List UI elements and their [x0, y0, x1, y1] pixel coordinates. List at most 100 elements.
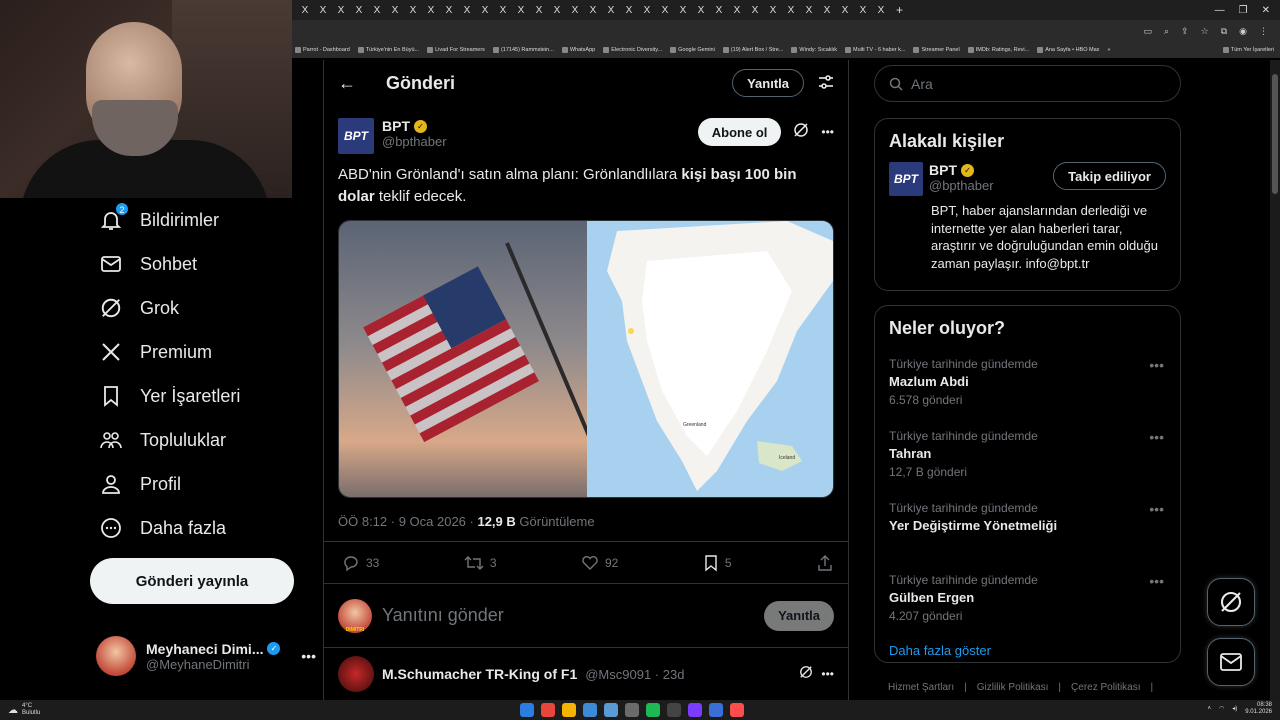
footer-link[interactable]: Hizmet Şartları	[888, 682, 954, 693]
browser-tab[interactable]: X	[818, 5, 836, 16]
share-action[interactable]	[816, 554, 834, 572]
grok-fab[interactable]	[1207, 578, 1255, 626]
close-window-button[interactable]: ✕	[1262, 5, 1270, 16]
header-reply-button[interactable]: Yanıtla	[732, 69, 804, 97]
browser-tab[interactable]: X	[728, 5, 746, 16]
account-switcher[interactable]: Meyhaneci Dimi... ✓ @MeyhaneDimitri •••	[96, 632, 316, 680]
bookmarks-overflow-button[interactable]: »	[1107, 47, 1110, 53]
reply-input[interactable]: Yanıtını gönder	[382, 605, 754, 626]
browser-menu-icon[interactable]: ⋮	[1259, 26, 1268, 37]
account-more-icon[interactable]: •••	[301, 648, 316, 664]
reply-grok-icon[interactable]	[799, 665, 813, 684]
bookmark-item[interactable]: (17145) Rammstein...	[492, 47, 554, 53]
show-more-link[interactable]: Daha fazla göster	[875, 643, 1180, 672]
star-icon[interactable]: ☆	[1201, 26, 1209, 37]
reply-author-avatar[interactable]	[338, 656, 374, 692]
bookmark-item[interactable]: Streamer Panel	[913, 47, 960, 53]
bookmark-action[interactable]: 5	[703, 554, 732, 572]
related-handle[interactable]: @bpthaber	[929, 178, 994, 193]
taskbar-app-icon[interactable]	[688, 703, 702, 717]
browser-tab[interactable]: X	[458, 5, 476, 16]
back-arrow-icon[interactable]: ←	[338, 73, 378, 94]
trend-item[interactable]: Türkiye tarihinde gündemde Yer Değiştirme…	[875, 499, 1180, 571]
trend-item[interactable]: Türkiye tarihinde gündemde Mazlum Abdi 6.5…	[875, 355, 1180, 427]
bookmark-item[interactable]: Windy: Sıcaklık	[791, 47, 837, 53]
more-options-icon[interactable]: •••	[821, 125, 834, 139]
share-icon[interactable]: ⇪	[1181, 26, 1189, 37]
tray-chevron-icon[interactable]: ˄	[1208, 706, 1212, 713]
clock-time[interactable]: 08:38	[1245, 702, 1272, 709]
reply-more-icon[interactable]: •••	[821, 667, 834, 681]
clock-date[interactable]: 9.01.2026	[1245, 709, 1272, 716]
bookmark-item[interactable]: Ana Sayfa • HBO Max	[1037, 47, 1099, 53]
author-name[interactable]: BPT	[382, 118, 410, 134]
zoom-icon[interactable]: ⌕	[1164, 26, 1169, 37]
taskbar-app-icon[interactable]	[730, 703, 744, 717]
greenland-map[interactable]: Greenland Iceland	[587, 221, 833, 497]
nav-item-bildirimler[interactable]: 2 Bildirimler	[90, 198, 322, 242]
browser-tab[interactable]: X	[494, 5, 512, 16]
taskbar-app-icon[interactable]	[646, 703, 660, 717]
browser-tab[interactable]: X	[422, 5, 440, 16]
browser-tab[interactable]: X	[656, 5, 674, 16]
taskbar-app-icon[interactable]	[562, 703, 576, 717]
browser-tab[interactable]: X	[710, 5, 728, 16]
trend-item[interactable]: Türkiye tarihinde gündemde Tahran 12,7 B g…	[875, 427, 1180, 499]
settings-sliders-icon[interactable]	[818, 74, 834, 93]
page-scrollbar[interactable]	[1270, 60, 1280, 700]
browser-tab[interactable]: X	[368, 5, 386, 16]
next-reply-preview[interactable]: M.Schumacher TR-King of F1 @Msc9091 · 23…	[324, 648, 848, 700]
search-box[interactable]: Ara	[874, 65, 1181, 102]
reply-action[interactable]: 33	[342, 554, 379, 572]
nav-item-daha-fazla[interactable]: Daha fazla	[90, 506, 322, 550]
taskbar-app-icon[interactable]	[667, 703, 681, 717]
post-button[interactable]: Gönderi yayınla	[90, 558, 294, 604]
browser-tab[interactable]: X	[836, 5, 854, 16]
extensions-icon[interactable]: ⧉	[1221, 26, 1227, 37]
bpt-logo[interactable]: BPT	[338, 118, 374, 154]
browser-tab[interactable]: X	[620, 5, 638, 16]
browser-tab[interactable]: X	[332, 5, 350, 16]
trend-more-icon[interactable]: •••	[1149, 357, 1164, 373]
bookmark-item[interactable]: Türkiye'nin En Büyü...	[357, 47, 419, 53]
tweet-time[interactable]: ÖÖ 8:12 · 9 Oca 2026 ·	[338, 514, 477, 529]
browser-tab[interactable]: X	[296, 5, 314, 16]
browser-tab[interactable]: X	[386, 5, 404, 16]
browser-tab[interactable]: X	[746, 5, 764, 16]
related-bpt-logo[interactable]: BPT	[889, 162, 923, 196]
wifi-icon[interactable]: ◠	[1219, 706, 1224, 713]
browser-tab[interactable]: X	[854, 5, 872, 16]
nav-item-sohbet[interactable]: Sohbet	[90, 242, 322, 286]
bookmark-item[interactable]: Multi TV - 6 haber k...	[845, 47, 905, 53]
scrollbar-thumb[interactable]	[1272, 74, 1278, 194]
browser-tab[interactable]: X	[314, 5, 332, 16]
search-input[interactable]: Ara	[911, 76, 933, 92]
taskbar-app-icon[interactable]	[583, 703, 597, 717]
browser-tab[interactable]: X	[872, 5, 890, 16]
browser-tab[interactable]: X	[584, 5, 602, 16]
tweet-media[interactable]: Greenland Iceland	[338, 220, 834, 498]
browser-tab[interactable]: X	[548, 5, 566, 16]
taskbar-app-icon[interactable]	[604, 703, 618, 717]
browser-tab[interactable]: X	[602, 5, 620, 16]
minimize-button[interactable]: —	[1215, 5, 1225, 16]
reply-author-name[interactable]: M.Schumacher TR-King of F1	[382, 666, 577, 682]
messages-fab[interactable]	[1207, 638, 1255, 686]
volume-icon[interactable]: ◂)	[1232, 706, 1237, 713]
reply-submit-button[interactable]: Yanıtla	[764, 600, 834, 631]
bookmark-item[interactable]: IMDb: Ratings, Revi...	[967, 47, 1029, 53]
profile-icon[interactable]: ◉	[1239, 26, 1247, 37]
subscribe-button[interactable]: Abone ol	[697, 118, 782, 146]
nav-item-topluluklar[interactable]: Topluluklar	[90, 418, 322, 462]
maximize-button[interactable]: ❐	[1239, 5, 1248, 16]
related-name[interactable]: BPT	[929, 162, 957, 178]
taskbar-app-icon[interactable]	[625, 703, 639, 717]
taskbar-app-icon[interactable]	[709, 703, 723, 717]
trend-more-icon[interactable]: •••	[1149, 501, 1164, 517]
author-handle[interactable]: @bpthaber	[382, 134, 447, 149]
browser-tab[interactable]: X	[350, 5, 368, 16]
footer-link[interactable]: Çerez Politikası	[1071, 682, 1140, 693]
trend-more-icon[interactable]: •••	[1149, 573, 1164, 589]
nav-item-yer-i̇şaretleri[interactable]: Yer İşaretleri	[90, 374, 322, 418]
nav-item-profil[interactable]: Profil	[90, 462, 322, 506]
